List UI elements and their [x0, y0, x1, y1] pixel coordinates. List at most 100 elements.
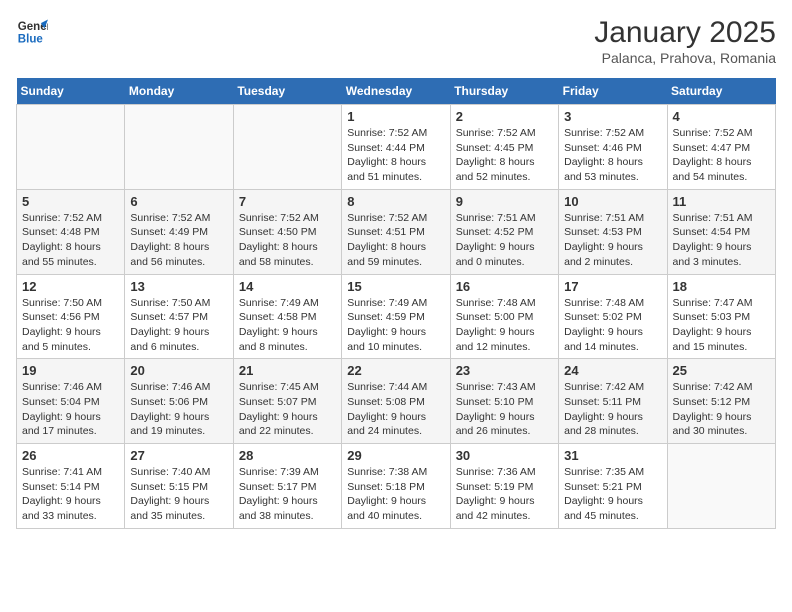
- cell-line: and 42 minutes.: [456, 509, 553, 524]
- calendar-cell: 5Sunrise: 7:52 AMSunset: 4:48 PMDaylight…: [17, 189, 125, 274]
- cell-line: Sunset: 5:07 PM: [239, 395, 336, 410]
- day-number: 11: [673, 194, 770, 209]
- page-header: General Blue January 2025 Palanca, Praho…: [16, 16, 776, 66]
- day-number: 13: [130, 279, 227, 294]
- cell-line: Sunset: 4:56 PM: [22, 310, 119, 325]
- calendar-cell: 17Sunrise: 7:48 AMSunset: 5:02 PMDayligh…: [559, 274, 667, 359]
- cell-line: Sunrise: 7:48 AM: [564, 296, 661, 311]
- cell-line: Sunrise: 7:35 AM: [564, 465, 661, 480]
- cell-line: Daylight: 8 hours: [673, 155, 770, 170]
- cell-line: Sunset: 4:59 PM: [347, 310, 444, 325]
- cell-line: and 3 minutes.: [673, 255, 770, 270]
- calendar-cell: [667, 444, 775, 529]
- cell-line: Sunset: 5:19 PM: [456, 480, 553, 495]
- calendar-week-4: 26Sunrise: 7:41 AMSunset: 5:14 PMDayligh…: [17, 444, 776, 529]
- day-number: 10: [564, 194, 661, 209]
- cell-line: Sunset: 5:02 PM: [564, 310, 661, 325]
- cell-line: and 38 minutes.: [239, 509, 336, 524]
- cell-line: and 6 minutes.: [130, 340, 227, 355]
- cell-line: Sunset: 4:58 PM: [239, 310, 336, 325]
- calendar-cell: 12Sunrise: 7:50 AMSunset: 4:56 PMDayligh…: [17, 274, 125, 359]
- cell-line: Sunrise: 7:41 AM: [22, 465, 119, 480]
- cell-line: Daylight: 9 hours: [239, 410, 336, 425]
- calendar-week-1: 5Sunrise: 7:52 AMSunset: 4:48 PMDaylight…: [17, 189, 776, 274]
- cell-line: Sunset: 4:52 PM: [456, 225, 553, 240]
- day-number: 9: [456, 194, 553, 209]
- cell-line: Sunset: 5:00 PM: [456, 310, 553, 325]
- title-block: January 2025 Palanca, Prahova, Romania: [594, 16, 776, 66]
- cell-line: Sunset: 4:45 PM: [456, 141, 553, 156]
- cell-line: Sunrise: 7:51 AM: [456, 211, 553, 226]
- cell-line: Sunset: 5:10 PM: [456, 395, 553, 410]
- calendar-header: SundayMondayTuesdayWednesdayThursdayFrid…: [17, 78, 776, 105]
- cell-line: Daylight: 9 hours: [130, 494, 227, 509]
- cell-line: and 52 minutes.: [456, 170, 553, 185]
- weekday-header-sunday: Sunday: [17, 78, 125, 105]
- calendar-cell: [17, 105, 125, 190]
- calendar-body: 1Sunrise: 7:52 AMSunset: 4:44 PMDaylight…: [17, 105, 776, 529]
- cell-line: Sunset: 5:17 PM: [239, 480, 336, 495]
- cell-line: Sunrise: 7:47 AM: [673, 296, 770, 311]
- calendar-week-0: 1Sunrise: 7:52 AMSunset: 4:44 PMDaylight…: [17, 105, 776, 190]
- cell-line: Sunrise: 7:52 AM: [673, 126, 770, 141]
- calendar-cell: 30Sunrise: 7:36 AMSunset: 5:19 PMDayligh…: [450, 444, 558, 529]
- day-number: 20: [130, 363, 227, 378]
- cell-line: Sunset: 5:18 PM: [347, 480, 444, 495]
- day-number: 23: [456, 363, 553, 378]
- cell-line: Daylight: 8 hours: [130, 240, 227, 255]
- cell-line: Daylight: 9 hours: [456, 494, 553, 509]
- calendar-cell: 21Sunrise: 7:45 AMSunset: 5:07 PMDayligh…: [233, 359, 341, 444]
- weekday-row: SundayMondayTuesdayWednesdayThursdayFrid…: [17, 78, 776, 105]
- calendar-cell: 13Sunrise: 7:50 AMSunset: 4:57 PMDayligh…: [125, 274, 233, 359]
- location: Palanca, Prahova, Romania: [594, 50, 776, 66]
- cell-line: Sunrise: 7:48 AM: [456, 296, 553, 311]
- cell-line: Daylight: 9 hours: [130, 325, 227, 340]
- cell-line: Sunset: 4:53 PM: [564, 225, 661, 240]
- cell-line: Sunset: 5:04 PM: [22, 395, 119, 410]
- cell-line: and 56 minutes.: [130, 255, 227, 270]
- cell-line: and 5 minutes.: [22, 340, 119, 355]
- calendar-cell: 10Sunrise: 7:51 AMSunset: 4:53 PMDayligh…: [559, 189, 667, 274]
- day-number: 31: [564, 448, 661, 463]
- day-number: 27: [130, 448, 227, 463]
- calendar-cell: 3Sunrise: 7:52 AMSunset: 4:46 PMDaylight…: [559, 105, 667, 190]
- calendar-table: SundayMondayTuesdayWednesdayThursdayFrid…: [16, 78, 776, 529]
- cell-line: Sunrise: 7:52 AM: [130, 211, 227, 226]
- calendar-week-3: 19Sunrise: 7:46 AMSunset: 5:04 PMDayligh…: [17, 359, 776, 444]
- calendar-cell: 15Sunrise: 7:49 AMSunset: 4:59 PMDayligh…: [342, 274, 450, 359]
- cell-line: Sunrise: 7:44 AM: [347, 380, 444, 395]
- calendar-cell: 27Sunrise: 7:40 AMSunset: 5:15 PMDayligh…: [125, 444, 233, 529]
- cell-line: Sunrise: 7:49 AM: [239, 296, 336, 311]
- day-number: 2: [456, 109, 553, 124]
- calendar-cell: 14Sunrise: 7:49 AMSunset: 4:58 PMDayligh…: [233, 274, 341, 359]
- logo: General Blue: [16, 16, 48, 48]
- cell-line: and 35 minutes.: [130, 509, 227, 524]
- calendar-cell: 29Sunrise: 7:38 AMSunset: 5:18 PMDayligh…: [342, 444, 450, 529]
- logo-icon: General Blue: [16, 16, 48, 48]
- cell-line: and 0 minutes.: [456, 255, 553, 270]
- cell-line: Daylight: 8 hours: [456, 155, 553, 170]
- weekday-header-friday: Friday: [559, 78, 667, 105]
- weekday-header-saturday: Saturday: [667, 78, 775, 105]
- cell-line: Daylight: 9 hours: [673, 240, 770, 255]
- cell-line: Daylight: 9 hours: [22, 494, 119, 509]
- calendar-cell: [233, 105, 341, 190]
- cell-line: Sunrise: 7:50 AM: [130, 296, 227, 311]
- cell-line: and 24 minutes.: [347, 424, 444, 439]
- cell-line: Sunset: 5:03 PM: [673, 310, 770, 325]
- calendar-cell: 9Sunrise: 7:51 AMSunset: 4:52 PMDaylight…: [450, 189, 558, 274]
- cell-line: Sunset: 5:11 PM: [564, 395, 661, 410]
- calendar-cell: 25Sunrise: 7:42 AMSunset: 5:12 PMDayligh…: [667, 359, 775, 444]
- day-number: 25: [673, 363, 770, 378]
- calendar-cell: 2Sunrise: 7:52 AMSunset: 4:45 PMDaylight…: [450, 105, 558, 190]
- calendar-cell: 18Sunrise: 7:47 AMSunset: 5:03 PMDayligh…: [667, 274, 775, 359]
- day-number: 3: [564, 109, 661, 124]
- calendar-cell: 31Sunrise: 7:35 AMSunset: 5:21 PMDayligh…: [559, 444, 667, 529]
- cell-line: Sunset: 4:50 PM: [239, 225, 336, 240]
- cell-line: Sunrise: 7:43 AM: [456, 380, 553, 395]
- cell-line: Sunset: 4:46 PM: [564, 141, 661, 156]
- cell-line: Sunrise: 7:42 AM: [564, 380, 661, 395]
- cell-line: Sunset: 5:14 PM: [22, 480, 119, 495]
- cell-line: Daylight: 9 hours: [239, 494, 336, 509]
- day-number: 4: [673, 109, 770, 124]
